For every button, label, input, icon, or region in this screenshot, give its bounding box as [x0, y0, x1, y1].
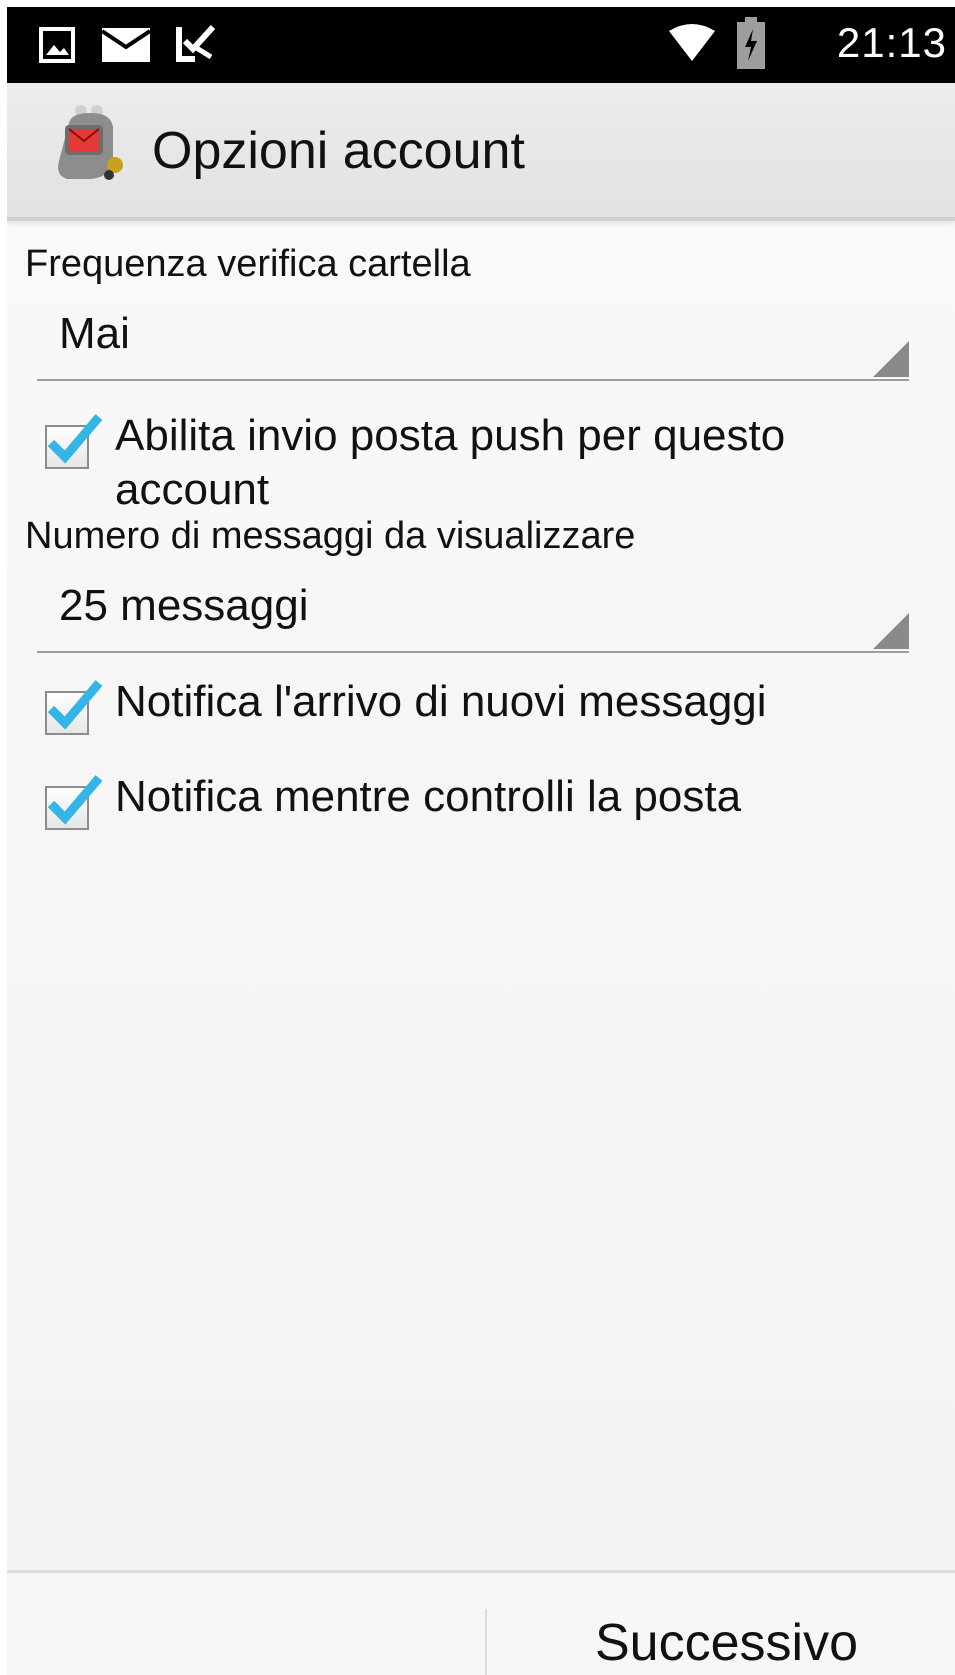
device-frame: 21:13 Opzioni account Frequenza verifica…: [0, 0, 955, 1675]
dropdown-arrow-icon: [873, 341, 909, 377]
clock: 21:13: [836, 19, 947, 66]
screen: 21:13 Opzioni account Frequenza verifica…: [7, 7, 955, 1675]
frequency-label: Frequenza verifica cartella: [25, 243, 471, 285]
display-count-value: 25 messaggi: [59, 581, 309, 630]
checkmark-icon: [47, 775, 103, 825]
notify-check-checkbox-row[interactable]: Notifica mentre controlli la posta: [45, 772, 925, 836]
action-bar: Opzioni account: [7, 83, 955, 221]
gallery-icon: [39, 27, 75, 68]
notify-check-checkbox[interactable]: [45, 775, 103, 830]
notify-new-label: Notifica l'arrivo di nuovi messaggi: [115, 677, 767, 726]
checkmark-icon: [47, 414, 103, 464]
task-icon: [175, 21, 219, 68]
display-count-spinner[interactable]: 25 messaggi: [37, 567, 909, 653]
frequency-spinner[interactable]: Mai: [37, 295, 909, 381]
display-count-label: Numero di messaggi da visualizzare: [25, 515, 636, 557]
bottom-bar: Successivo: [7, 1570, 955, 1675]
push-label: Abilita invio posta push per questo acco…: [115, 411, 786, 514]
next-button-label: Successivo: [595, 1614, 858, 1672]
dropdown-arrow-icon: [873, 613, 909, 649]
push-checkbox-row[interactable]: Abilita invio posta push per questo acco…: [45, 411, 925, 515]
mail-icon: [100, 27, 152, 68]
next-button[interactable]: Successivo: [487, 1573, 955, 1675]
frequency-value: Mai: [59, 309, 130, 358]
wifi-icon: [667, 23, 717, 68]
checkmark-icon: [47, 680, 103, 730]
status-bar: 21:13: [7, 7, 955, 83]
k9-mail-dog-icon[interactable]: [51, 105, 131, 194]
notify-new-checkbox[interactable]: [45, 680, 103, 735]
page-title: Opzioni account: [152, 122, 525, 180]
push-checkbox[interactable]: [45, 414, 103, 469]
battery-charging-icon: [737, 17, 765, 74]
notify-check-label: Notifica mentre controlli la posta: [115, 772, 742, 821]
notify-new-checkbox-row[interactable]: Notifica l'arrivo di nuovi messaggi: [45, 677, 925, 741]
